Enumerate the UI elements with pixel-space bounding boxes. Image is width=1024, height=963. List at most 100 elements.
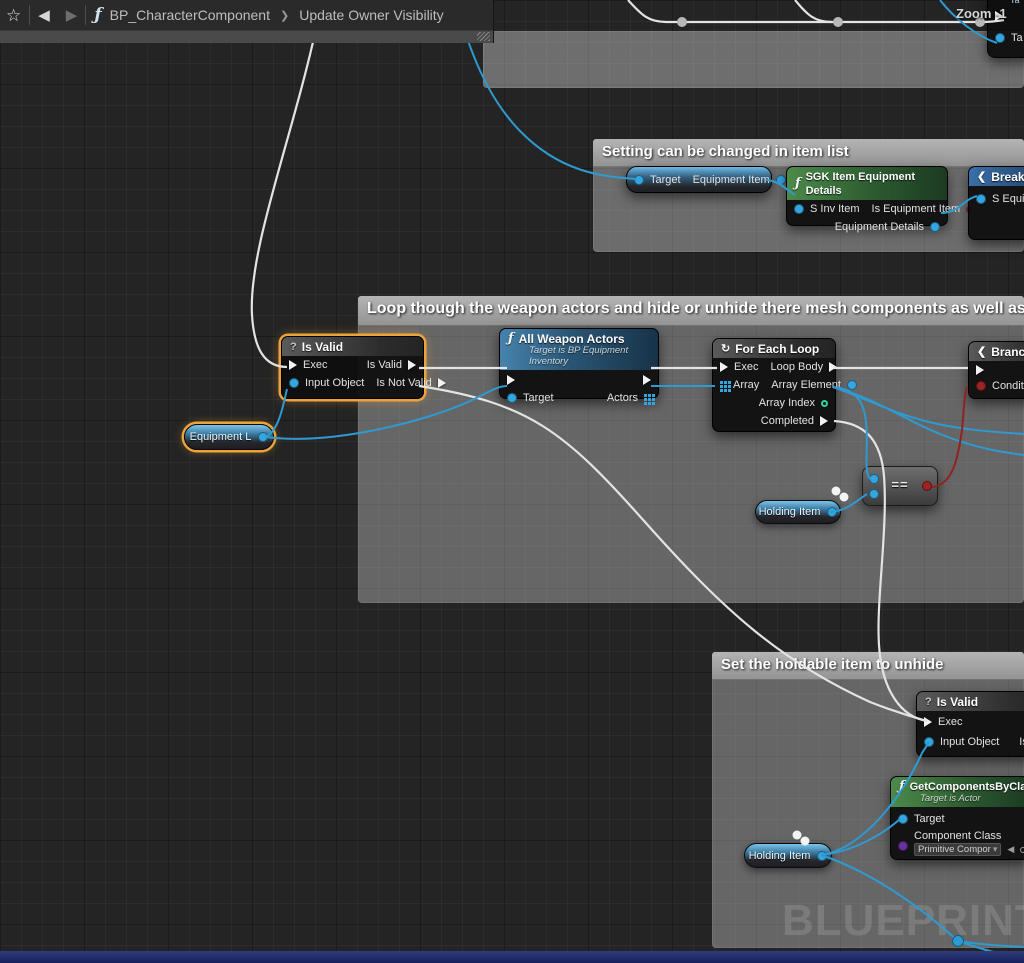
equipment-details-pin[interactable] bbox=[930, 222, 940, 232]
node-is-valid-2[interactable]: ? Is Valid Exec Is Input Object Is Not bbox=[916, 691, 1024, 757]
node-all-weapon-actors[interactable]: ƒ All Weapon Actors Target is BP Equipme… bbox=[499, 328, 659, 399]
target-pin[interactable] bbox=[507, 393, 517, 403]
holding-item-a-output-pin[interactable] bbox=[827, 507, 837, 517]
target-input-pin[interactable] bbox=[634, 175, 644, 185]
is-not-valid-out-label: Is Not bbox=[1019, 736, 1024, 748]
array-index-label: Array Index bbox=[759, 397, 815, 409]
input-object-pin[interactable] bbox=[289, 378, 299, 388]
equals-output-pin[interactable] bbox=[922, 481, 932, 491]
loop-icon: ↻ bbox=[721, 342, 730, 356]
comment-title-loop[interactable]: Loop though the weapon actors and hide o… bbox=[358, 296, 1024, 325]
s-inv-item-label: S Inv Item bbox=[810, 203, 860, 215]
node-break-struct[interactable]: ❮ Break S S Equipr bbox=[968, 166, 1024, 240]
node-branch[interactable]: ❮ Branch Conditio bbox=[968, 341, 1024, 399]
function-icon: ƒ bbox=[508, 332, 514, 346]
comment-body-loop[interactable] bbox=[358, 325, 1024, 603]
node-title: GetComponentsByClass bbox=[910, 780, 1024, 794]
array-index-pin[interactable] bbox=[821, 400, 828, 407]
holding-item-b-output-pin[interactable] bbox=[817, 851, 827, 861]
exec-in-pin[interactable] bbox=[289, 360, 297, 370]
node-equipment-item-getter[interactable]: Target Equipment Item bbox=[626, 166, 772, 193]
is-not-valid-out-label: Is Not Valid bbox=[376, 377, 431, 389]
function-icon: ƒ bbox=[899, 780, 905, 794]
exec-label: Exec bbox=[734, 361, 758, 373]
input-object-label: Input Object bbox=[305, 377, 364, 389]
resize-grip[interactable] bbox=[477, 32, 490, 41]
pill-holding-item-a[interactable]: Holding Item bbox=[755, 500, 841, 524]
target-pin[interactable] bbox=[995, 33, 1005, 43]
node-for-each-loop[interactable]: ↻ For Each Loop Exec Loop Body Array Arr… bbox=[712, 338, 836, 432]
node-title: SGK Item Equipment Details bbox=[806, 170, 939, 198]
array-element-pin[interactable] bbox=[847, 380, 857, 390]
completed-label: Completed bbox=[761, 415, 814, 427]
comment-title-setting[interactable]: Setting can be changed in item list bbox=[593, 139, 1024, 166]
is-not-valid-out-pin[interactable] bbox=[438, 378, 446, 388]
exec-in-pin[interactable] bbox=[507, 375, 515, 385]
is-equipment-item-label: Is Equipment Item bbox=[872, 203, 961, 215]
branch-icon: ❮ bbox=[977, 345, 986, 359]
node-subtitle: Target is BP Equipment Inventory bbox=[529, 345, 650, 367]
chevron-down-icon: ▾ bbox=[993, 844, 998, 855]
reset-to-default-icon[interactable]: ◀ bbox=[1007, 844, 1014, 855]
function-icon: ƒ bbox=[94, 5, 101, 25]
exec-in-pin[interactable] bbox=[720, 362, 728, 372]
pill-label: Holding Item bbox=[759, 506, 821, 518]
is-valid-out-pin[interactable] bbox=[408, 360, 416, 370]
node-title: Is Valid bbox=[937, 695, 978, 709]
loop-body-pin[interactable] bbox=[829, 362, 837, 372]
back-arrow-icon[interactable]: ◀ bbox=[38, 8, 50, 23]
array-in-pin[interactable] bbox=[720, 381, 723, 384]
exec-in-pin[interactable] bbox=[924, 717, 932, 727]
completed-pin[interactable] bbox=[820, 416, 828, 426]
loop-body-label: Loop Body bbox=[770, 361, 823, 373]
node-subtitle: Target is Actor bbox=[920, 793, 1021, 804]
component-class-dropdown[interactable]: Primitive Compor ▾ bbox=[914, 843, 1001, 856]
node-title: Branch bbox=[991, 345, 1024, 359]
condition-label: Conditio bbox=[992, 380, 1024, 392]
node-header-fragment: Ta bbox=[988, 0, 1024, 5]
node-title: All Weapon Actors bbox=[519, 332, 625, 346]
blueprint-graph-canvas[interactable]: Setting can be changed in item list Loop… bbox=[0, 0, 1024, 963]
equipment-item-output-pin[interactable] bbox=[776, 175, 786, 185]
node-title: For Each Loop bbox=[735, 342, 819, 356]
is-valid-out-label: Is Valid bbox=[367, 359, 402, 371]
divider bbox=[29, 5, 30, 25]
exec-label: Exec bbox=[938, 716, 962, 728]
breadcrumb-current[interactable]: Update Owner Visibility bbox=[299, 7, 443, 23]
input-object-pin[interactable] bbox=[924, 737, 934, 747]
pill-label: Equipment L bbox=[190, 431, 252, 443]
exec-out-pin[interactable] bbox=[643, 375, 651, 385]
s-equip-label: S Equipr bbox=[992, 193, 1024, 205]
window-bottom-bar bbox=[0, 951, 1024, 963]
zoom-level-label: Zoom -1 bbox=[956, 6, 1007, 21]
exec-in-pin[interactable] bbox=[976, 365, 984, 375]
component-class-pin[interactable] bbox=[898, 841, 908, 851]
pill-equipment-l[interactable]: Equipment L bbox=[184, 424, 274, 450]
node-is-valid-1[interactable]: ? Is Valid Exec Is Valid Input Object Is… bbox=[281, 336, 424, 399]
condition-pin[interactable] bbox=[976, 381, 986, 391]
question-icon: ? bbox=[290, 340, 297, 354]
s-inv-item-pin[interactable] bbox=[794, 204, 804, 214]
equipment-l-output-pin[interactable] bbox=[258, 432, 268, 442]
pill-label: Holding Item bbox=[749, 850, 811, 862]
comment-title-set-holdable[interactable]: Set the holdable item to unhide bbox=[712, 652, 1024, 679]
equipment-item-pin-label: Equipment Item bbox=[693, 174, 770, 186]
favorite-star-icon[interactable]: ☆ bbox=[6, 7, 21, 24]
s-equip-pin[interactable] bbox=[976, 194, 986, 204]
pill-holding-item-b[interactable]: Holding Item bbox=[744, 843, 832, 868]
target-label: Target bbox=[523, 392, 554, 404]
breadcrumb-root[interactable]: BP_CharacterComponent bbox=[110, 7, 270, 23]
break-struct-icon: ❮ bbox=[977, 170, 986, 184]
forward-arrow-icon[interactable]: ▶ bbox=[66, 8, 78, 23]
node-sgk-item-equipment-details[interactable]: ƒ SGK Item Equipment Details S Inv Item … bbox=[786, 166, 948, 226]
node-title: Break S bbox=[991, 170, 1024, 184]
question-icon: ? bbox=[925, 695, 932, 709]
node-get-components-by-class[interactable]: ƒ GetComponentsByClass Target is Actor T… bbox=[890, 776, 1024, 860]
actors-array-pin[interactable] bbox=[644, 394, 647, 397]
component-class-label: Component Class bbox=[914, 830, 1001, 842]
node-equals[interactable]: == bbox=[862, 466, 938, 506]
array-label: Array bbox=[733, 379, 759, 391]
target-pin[interactable] bbox=[898, 814, 908, 824]
search-icon[interactable] bbox=[1020, 847, 1024, 853]
comment-body-top[interactable] bbox=[483, 31, 1024, 88]
